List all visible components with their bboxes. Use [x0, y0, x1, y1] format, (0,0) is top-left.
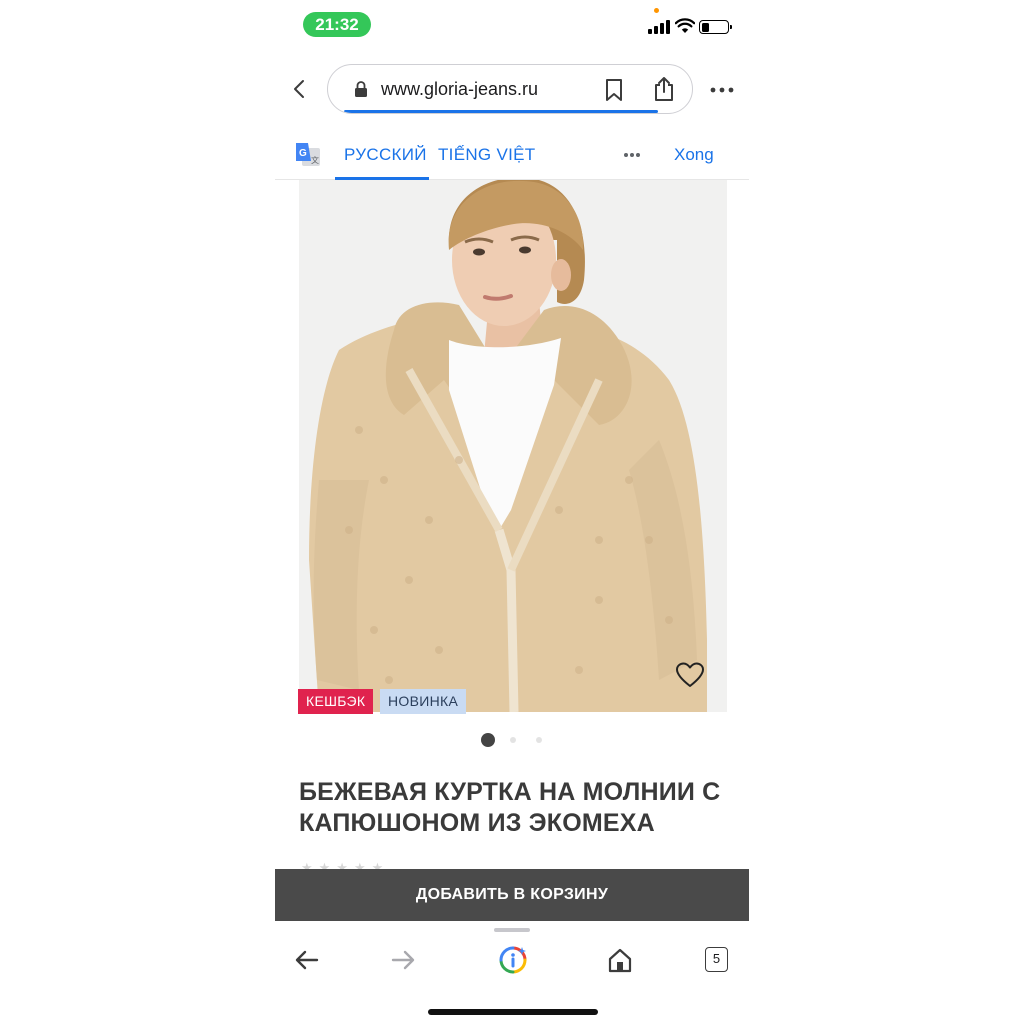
- wifi-icon: [675, 18, 695, 33]
- status-time: 21:32: [303, 12, 371, 37]
- translate-bar: G 文 РУССКИЙ TIẾNG VIỆT Xong: [275, 130, 749, 180]
- heart-icon[interactable]: [675, 662, 705, 688]
- privacy-indicator-dot: [654, 8, 659, 13]
- more-icon[interactable]: [709, 80, 735, 100]
- product-title: БЕЖЕВАЯ КУРТКА НА МОЛНИИ С КАПЮШОНОМ ИЗ …: [299, 778, 721, 837]
- page-load-progress: [344, 110, 658, 113]
- tab-source-language[interactable]: РУССКИЙ: [344, 145, 427, 165]
- svg-text:G: G: [299, 148, 307, 159]
- back-arrow-icon[interactable]: [292, 945, 322, 975]
- translate-done-button[interactable]: Xong: [674, 145, 714, 165]
- home-indicator: [428, 1009, 598, 1015]
- battery-icon: [699, 20, 732, 34]
- address-bar[interactable]: www.gloria-jeans.ru: [327, 64, 693, 114]
- share-icon[interactable]: [653, 76, 675, 102]
- forward-arrow-icon[interactable]: [388, 945, 418, 975]
- new-badge: НОВИНКА: [380, 689, 467, 714]
- cashback-badge: КЕШБЭК: [298, 689, 374, 714]
- image-carousel-dots[interactable]: [481, 733, 551, 747]
- translate-options-icon[interactable]: [623, 150, 641, 160]
- add-to-cart-button[interactable]: ДОБАВИТЬ В КОРЗИНУ: [275, 869, 749, 921]
- product-image[interactable]: [299, 180, 727, 712]
- toolbar-handle[interactable]: [494, 928, 530, 932]
- signal-icon: [648, 20, 670, 34]
- google-lens-icon[interactable]: [498, 945, 528, 975]
- lock-icon: [355, 81, 367, 97]
- home-icon[interactable]: [605, 945, 635, 975]
- google-translate-icon: G 文: [296, 143, 320, 166]
- tabs-icon[interactable]: 5: [705, 947, 728, 972]
- product-photo: [299, 180, 727, 712]
- bookmark-icon[interactable]: [604, 78, 624, 102]
- tab-target-language[interactable]: TIẾNG VIỆT: [438, 145, 535, 165]
- phone-screen: 21:32 www.gloria-jeans.ru G 文 РУССКИЙ TI…: [275, 0, 749, 1024]
- svg-text:文: 文: [311, 155, 319, 165]
- back-chevron-icon[interactable]: [289, 78, 311, 100]
- url-text[interactable]: www.gloria-jeans.ru: [381, 79, 538, 100]
